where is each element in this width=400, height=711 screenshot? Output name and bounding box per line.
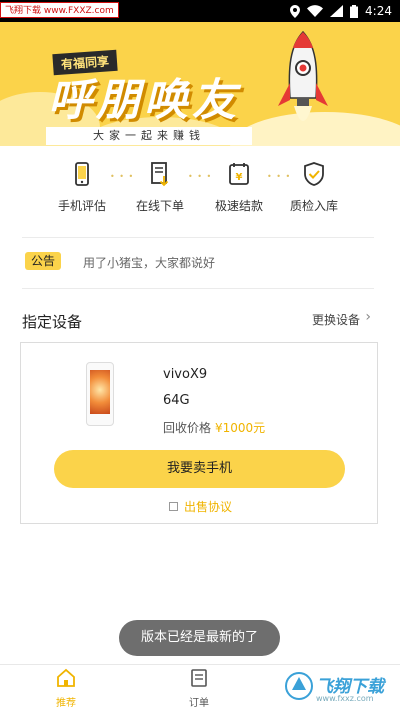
notice-text[interactable]: 用了小猪宝，大家都说好 (83, 254, 215, 271)
rocket-icon (278, 30, 328, 121)
divider (22, 237, 374, 238)
feature-label: 在线下单 (135, 199, 184, 213)
price-value: ¥1000元 (215, 421, 266, 435)
quality-check-icon (304, 162, 324, 186)
phone-icon (75, 162, 89, 186)
section-title: 指定设备 (22, 313, 83, 331)
feature-fast-payment[interactable]: ¥ 极速结款 (199, 160, 279, 214)
device-storage: 64G (163, 393, 190, 408)
watermark-url: www.fxxz.com (316, 694, 374, 703)
location-icon (290, 4, 301, 18)
feature-online-order[interactable]: 在线下单 (120, 160, 200, 214)
banner-headline: 呼朋唤友 (48, 75, 240, 126)
device-model: vivoX9 (163, 367, 208, 382)
watermark-top: 飞翔下载 www.FXXZ.com (0, 2, 119, 18)
feature-label: 极速结款 (214, 199, 263, 213)
status-time: 4:24 (365, 4, 392, 18)
battery-icon (350, 4, 359, 18)
order-list-icon (191, 669, 207, 687)
banner-subtitle: 大家一起来赚钱 (46, 127, 252, 145)
status-icons: 4:24 (290, 0, 392, 22)
payment-icon: ¥ (229, 163, 249, 185)
signal-icon (330, 5, 344, 17)
wifi-icon (307, 5, 324, 17)
feature-phone-evaluate[interactable]: 手机评估 (42, 160, 122, 214)
nav-order[interactable]: 订单 (169, 668, 229, 709)
svg-text:¥: ¥ (236, 172, 243, 183)
feature-row: 手机评估 • • • 在线下单 • • • ¥ 极速结款 • • • 质检入库 (0, 160, 400, 215)
change-device-link[interactable]: 更换设备 (312, 311, 360, 328)
agreement-checkbox[interactable] (169, 502, 178, 511)
nav-order-label: 订单 (189, 698, 209, 709)
order-icon (151, 162, 169, 187)
feature-label: 质检入库 (289, 199, 338, 213)
promo-banner[interactable]: 有福同享 呼朋唤友 大家一起来赚钱 (0, 22, 400, 146)
nav-home[interactable]: 推荐 (36, 668, 96, 709)
toast-message: 版本已经是最新的了 (119, 620, 280, 656)
nav-home-label: 推荐 (56, 698, 76, 709)
phone-image (86, 362, 114, 426)
notice-badge: 公告 (25, 252, 62, 270)
status-bar: 飞翔下载 www.FXXZ.com 4:24 (0, 0, 400, 22)
sell-phone-button[interactable]: 我要卖手机 (54, 450, 345, 488)
home-icon (57, 668, 75, 687)
phone-screen (90, 370, 110, 414)
chevron-right-icon[interactable]: › (365, 309, 371, 325)
feature-quality-check[interactable]: 质检入库 (274, 160, 354, 214)
price-label: 回收价格 (163, 421, 212, 435)
feature-label: 手机评估 (57, 199, 106, 213)
agreement-link[interactable]: 出售协议 (184, 498, 232, 515)
divider (22, 288, 374, 289)
